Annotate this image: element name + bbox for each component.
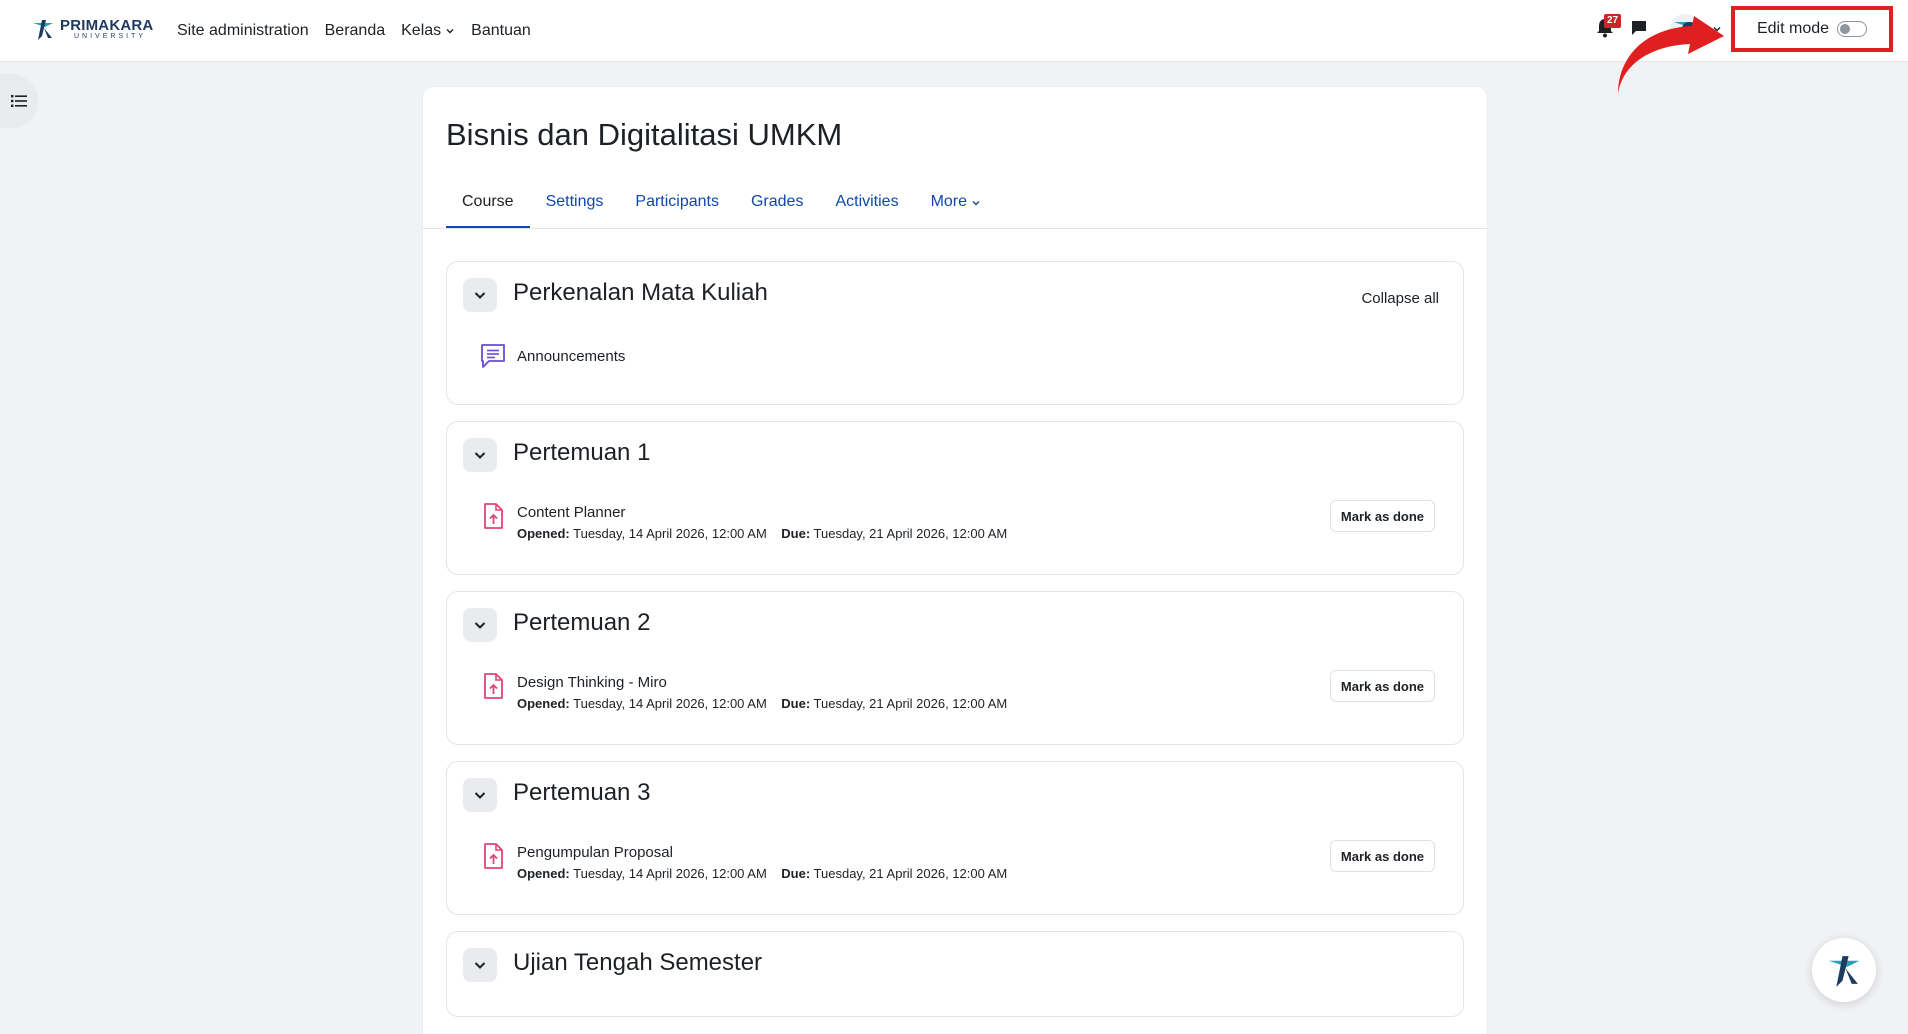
due-label: Due: (781, 526, 811, 541)
nav-kelas[interactable]: Kelas (401, 22, 455, 40)
nav-kelas-label: Kelas (401, 22, 442, 39)
mark-as-done-button[interactable]: Mark as done (1329, 500, 1435, 532)
opened-date: Tuesday, 14 April 2026, 12:00 AM (573, 696, 767, 711)
section-collapse-toggle[interactable] (463, 438, 497, 472)
tab-activities[interactable]: Activities (819, 187, 914, 229)
section-title[interactable]: Pertemuan 3 (513, 779, 650, 807)
section-title[interactable]: Ujian Tengah Semester (513, 949, 762, 977)
nav-bantuan[interactable]: Bantuan (471, 22, 531, 40)
opened-label: Opened: (517, 866, 570, 881)
edit-mode-toggle[interactable] (1837, 21, 1868, 37)
chevron-down-icon (474, 452, 486, 459)
edit-mode-label: Edit mode (1756, 20, 1830, 37)
edit-mode-control[interactable]: Edit mode (1731, 6, 1893, 52)
mark-as-done-button[interactable]: Mark as done (1329, 670, 1435, 702)
course-section: Pertemuan 1 Content Planner Opened: Tues… (446, 421, 1464, 575)
list-icon (11, 95, 27, 107)
opened-label: Opened: (517, 696, 570, 711)
chevron-down-icon (474, 792, 486, 799)
section-collapse-toggle[interactable] (463, 608, 497, 642)
due-label: Due: (781, 696, 811, 711)
section-collapse-toggle[interactable] (463, 778, 497, 812)
section-title[interactable]: Perkenalan Mata Kuliah (513, 279, 768, 307)
chevron-down-icon (474, 622, 486, 629)
course-section: Pertemuan 2 Design Thinking - Miro Opene… (446, 591, 1464, 745)
tab-course[interactable]: Course (446, 187, 530, 229)
activity-name[interactable]: Announcements (517, 348, 625, 365)
top-navbar: PRIMAKARA UNIVERSITY Site administration… (0, 0, 1908, 94)
nav-beranda[interactable]: Beranda (325, 22, 386, 40)
tab-more-label: More (930, 193, 968, 210)
activity-name[interactable]: Design Thinking - Miro (517, 674, 667, 691)
activity-name[interactable]: Content Planner (517, 504, 625, 521)
activity-dates: Opened: Tuesday, 14 April 2026, 12:00 AM… (517, 696, 1007, 711)
toggle-knob (1840, 24, 1851, 34)
section-collapse-toggle[interactable] (463, 278, 497, 312)
assistant-floating-button[interactable] (1812, 938, 1876, 1002)
activity-dates: Opened: Tuesday, 14 April 2026, 12:00 AM… (517, 866, 1007, 881)
collapse-all-link[interactable]: Collapse all (1361, 290, 1439, 307)
assignment-icon (484, 673, 503, 699)
primakara-logo-icon (33, 20, 53, 40)
page-title: Bisnis dan Digitalitasi UMKM (446, 117, 843, 152)
activity-dates: Opened: Tuesday, 14 April 2026, 12:00 AM… (517, 526, 1007, 541)
course-section: Ujian Tengah Semester (446, 931, 1464, 1017)
opened-date: Tuesday, 14 April 2026, 12:00 AM (573, 526, 767, 541)
course-section: Pertemuan 3 Pengumpulan Proposal Opened:… (446, 761, 1464, 915)
forum-icon (481, 344, 505, 368)
tab-divider (423, 228, 1487, 229)
site-logo[interactable]: PRIMAKARA UNIVERSITY (30, 16, 153, 42)
tab-participants[interactable]: Participants (619, 187, 735, 229)
mark-as-done-button[interactable]: Mark as done (1329, 840, 1435, 872)
brand-name: PRIMAKARA (60, 17, 154, 34)
course-content-card: Bisnis dan Digitalitasi UMKM Course Sett… (422, 86, 1488, 1034)
due-label: Due: (781, 866, 811, 881)
course-tabs: Course Settings Participants Grades Acti… (446, 187, 997, 229)
assignment-icon (484, 503, 503, 529)
brand-sub: UNIVERSITY (74, 33, 147, 40)
activity-name[interactable]: Pengumpulan Proposal (517, 844, 673, 861)
chevron-down-icon (474, 292, 486, 299)
section-title[interactable]: Pertemuan 2 (513, 609, 650, 637)
assignment-icon (484, 843, 503, 869)
primary-nav: Site administration Beranda Kelas Bantua… (177, 0, 531, 62)
due-date: Tuesday, 21 April 2026, 12:00 AM (813, 526, 1008, 541)
primakara-logo-icon (1828, 956, 1860, 987)
course-section: Perkenalan Mata Kuliah Collapse all Anno… (446, 261, 1464, 405)
chevron-down-icon (474, 962, 486, 969)
annotation-arrow-icon (1618, 16, 1724, 94)
nav-site-administration[interactable]: Site administration (177, 22, 309, 40)
course-index-toggle[interactable] (0, 74, 38, 128)
chevron-down-icon (972, 201, 980, 206)
due-date: Tuesday, 21 April 2026, 12:00 AM (813, 696, 1008, 711)
tab-more[interactable]: More (915, 187, 997, 229)
opened-label: Opened: (517, 526, 570, 541)
opened-date: Tuesday, 14 April 2026, 12:00 AM (573, 866, 767, 881)
section-title[interactable]: Pertemuan 1 (513, 439, 650, 467)
tab-grades[interactable]: Grades (735, 187, 819, 229)
section-collapse-toggle[interactable] (463, 948, 497, 982)
chevron-down-icon (446, 29, 454, 34)
tab-settings[interactable]: Settings (530, 187, 620, 229)
due-date: Tuesday, 21 April 2026, 12:00 AM (813, 866, 1008, 881)
